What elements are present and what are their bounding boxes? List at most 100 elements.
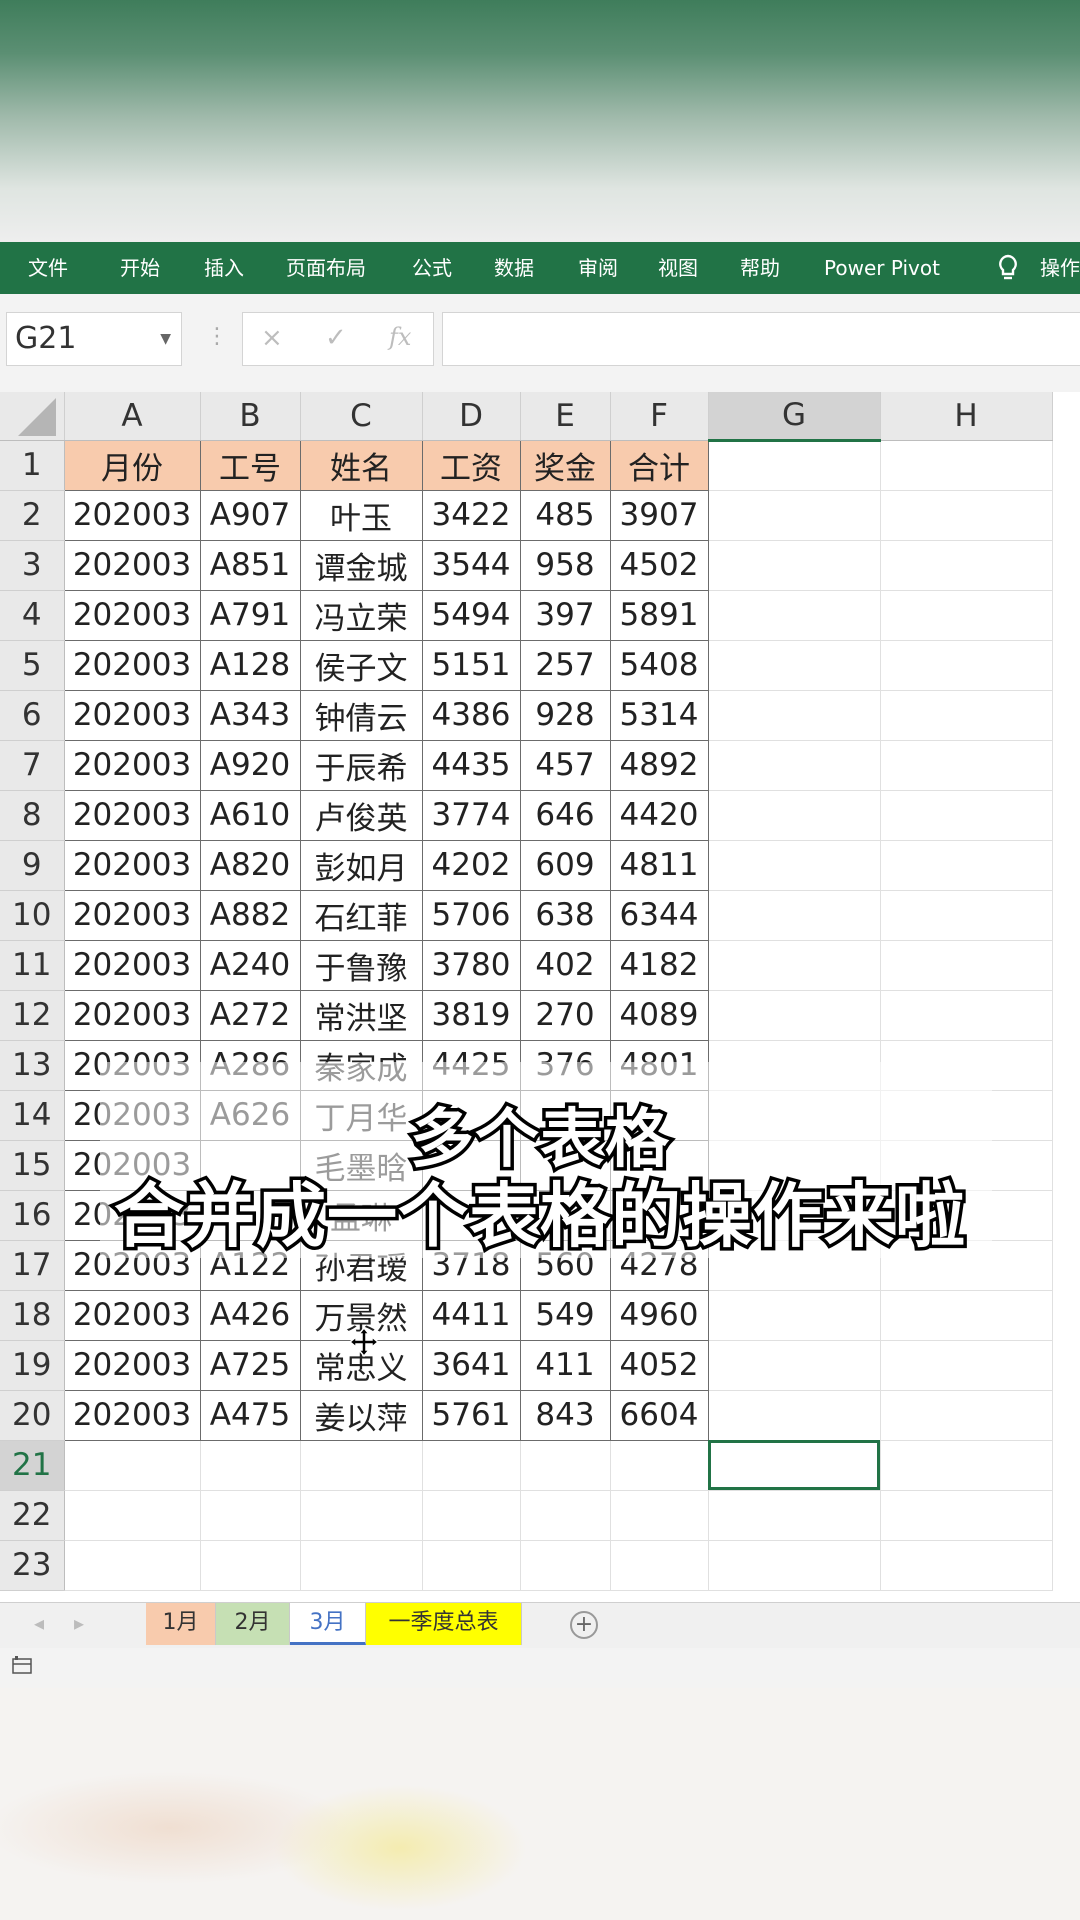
data-cell[interactable]: 4420 [609, 789, 709, 841]
data-cell[interactable]: 402 [519, 939, 611, 991]
data-cell[interactable]: 3819 [421, 989, 521, 1041]
data-cell[interactable]: 397 [519, 589, 611, 641]
sheet-tab-mar[interactable]: 3月 [290, 1603, 366, 1645]
data-cell[interactable]: 549 [519, 1289, 611, 1341]
select-all-corner[interactable] [0, 392, 65, 441]
empty-cell[interactable] [708, 790, 881, 841]
empty-cell[interactable] [300, 1540, 423, 1591]
column-header[interactable]: D [422, 392, 521, 441]
data-cell[interactable]: 4089 [609, 989, 709, 1041]
row-header[interactable]: 9 [0, 840, 65, 891]
data-cell[interactable]: A791 [199, 589, 301, 641]
data-cell[interactable]: A475 [199, 1389, 301, 1441]
data-cell[interactable]: 5494 [421, 589, 521, 641]
empty-cell[interactable] [880, 690, 1053, 741]
column-header[interactable]: B [200, 392, 301, 441]
header-cell[interactable]: 工号 [199, 439, 301, 491]
active-cell[interactable] [708, 1440, 881, 1491]
tab-tell-me[interactable]: 操作 [1040, 242, 1080, 294]
tab-formulas[interactable]: 公式 [412, 242, 452, 294]
sheet-tab-q1-summary[interactable]: 一季度总表 [366, 1603, 522, 1645]
row-header[interactable]: 18 [0, 1290, 65, 1341]
column-header-selected[interactable]: G [708, 392, 881, 442]
data-cell[interactable]: 202003 [63, 989, 201, 1041]
data-cell[interactable]: 钟倩云 [299, 689, 423, 741]
data-cell[interactable]: 257 [519, 639, 611, 691]
data-cell[interactable]: 485 [519, 489, 611, 541]
empty-cell[interactable] [880, 840, 1053, 891]
data-cell[interactable]: 于鲁豫 [299, 939, 423, 991]
scroll-left-icon[interactable]: ◂ [34, 1611, 44, 1635]
empty-cell[interactable] [708, 740, 881, 791]
empty-cell[interactable] [708, 890, 881, 941]
data-cell[interactable]: 4435 [421, 739, 521, 791]
data-cell[interactable]: A920 [199, 739, 301, 791]
data-cell[interactable]: 谭金城 [299, 539, 423, 591]
add-sheet-icon[interactable]: + [570, 1611, 598, 1639]
data-cell[interactable]: 3780 [421, 939, 521, 991]
empty-cell[interactable] [880, 440, 1053, 491]
empty-cell[interactable] [708, 990, 881, 1041]
empty-cell[interactable] [200, 1540, 301, 1591]
row-header[interactable]: 4 [0, 590, 65, 641]
empty-cell[interactable] [708, 540, 881, 591]
empty-cell[interactable] [300, 1440, 423, 1491]
tab-data[interactable]: 数据 [494, 242, 534, 294]
column-header[interactable]: H [880, 392, 1053, 441]
data-cell[interactable]: 646 [519, 789, 611, 841]
cancel-icon[interactable]: × [261, 323, 283, 353]
data-cell[interactable]: 6344 [609, 889, 709, 941]
lightbulb-icon[interactable] [992, 252, 1024, 284]
data-cell[interactable]: 270 [519, 989, 611, 1041]
empty-cell[interactable] [880, 640, 1053, 691]
row-header[interactable]: 19 [0, 1340, 65, 1391]
data-cell[interactable]: 常洪坚 [299, 989, 423, 1041]
data-cell[interactable]: 5761 [421, 1389, 521, 1441]
data-cell[interactable]: 202003 [63, 839, 201, 891]
empty-cell[interactable] [708, 440, 881, 491]
data-cell[interactable]: 202003 [63, 689, 201, 741]
row-header[interactable]: 1 [0, 440, 65, 491]
data-cell[interactable]: 958 [519, 539, 611, 591]
row-header[interactable]: 7 [0, 740, 65, 791]
data-cell[interactable]: 叶玉 [299, 489, 423, 541]
sheet-tab-feb[interactable]: 2月 [216, 1603, 290, 1645]
data-cell[interactable]: 843 [519, 1389, 611, 1441]
data-cell[interactable]: 4386 [421, 689, 521, 741]
data-cell[interactable]: 冯立荣 [299, 589, 423, 641]
row-header[interactable]: 23 [0, 1540, 65, 1591]
header-cell[interactable]: 姓名 [299, 439, 423, 491]
data-cell[interactable]: 4052 [609, 1339, 709, 1391]
empty-cell[interactable] [422, 1490, 521, 1541]
sheet-view-icon[interactable] [12, 1656, 32, 1674]
empty-cell[interactable] [880, 940, 1053, 991]
empty-cell[interactable] [880, 1540, 1053, 1591]
data-cell[interactable]: 202003 [63, 939, 201, 991]
tab-view[interactable]: 视图 [658, 242, 698, 294]
data-cell[interactable]: 5314 [609, 689, 709, 741]
data-cell[interactable]: 4411 [421, 1289, 521, 1341]
empty-cell[interactable] [880, 890, 1053, 941]
data-cell[interactable]: A725 [199, 1339, 301, 1391]
sheet-tab-jan[interactable]: 1月 [146, 1603, 216, 1645]
empty-cell[interactable] [880, 740, 1053, 791]
data-cell[interactable]: 姜以萍 [299, 1389, 423, 1441]
data-cell[interactable]: A272 [199, 989, 301, 1041]
empty-cell[interactable] [708, 640, 881, 691]
empty-cell[interactable] [610, 1440, 709, 1491]
empty-cell[interactable] [64, 1440, 201, 1491]
enter-icon[interactable]: ✓ [325, 323, 347, 353]
empty-cell[interactable] [64, 1540, 201, 1591]
data-cell[interactable]: 5706 [421, 889, 521, 941]
data-cell[interactable]: 609 [519, 839, 611, 891]
empty-cell[interactable] [708, 1490, 881, 1541]
row-header[interactable]: 6 [0, 690, 65, 741]
row-header[interactable]: 5 [0, 640, 65, 691]
data-cell[interactable]: 5151 [421, 639, 521, 691]
empty-cell[interactable] [520, 1440, 611, 1491]
tab-power-pivot[interactable]: Power Pivot [824, 242, 940, 294]
data-cell[interactable]: 4182 [609, 939, 709, 991]
data-cell[interactable]: 5891 [609, 589, 709, 641]
data-cell[interactable]: 4811 [609, 839, 709, 891]
empty-cell[interactable] [708, 1390, 881, 1441]
